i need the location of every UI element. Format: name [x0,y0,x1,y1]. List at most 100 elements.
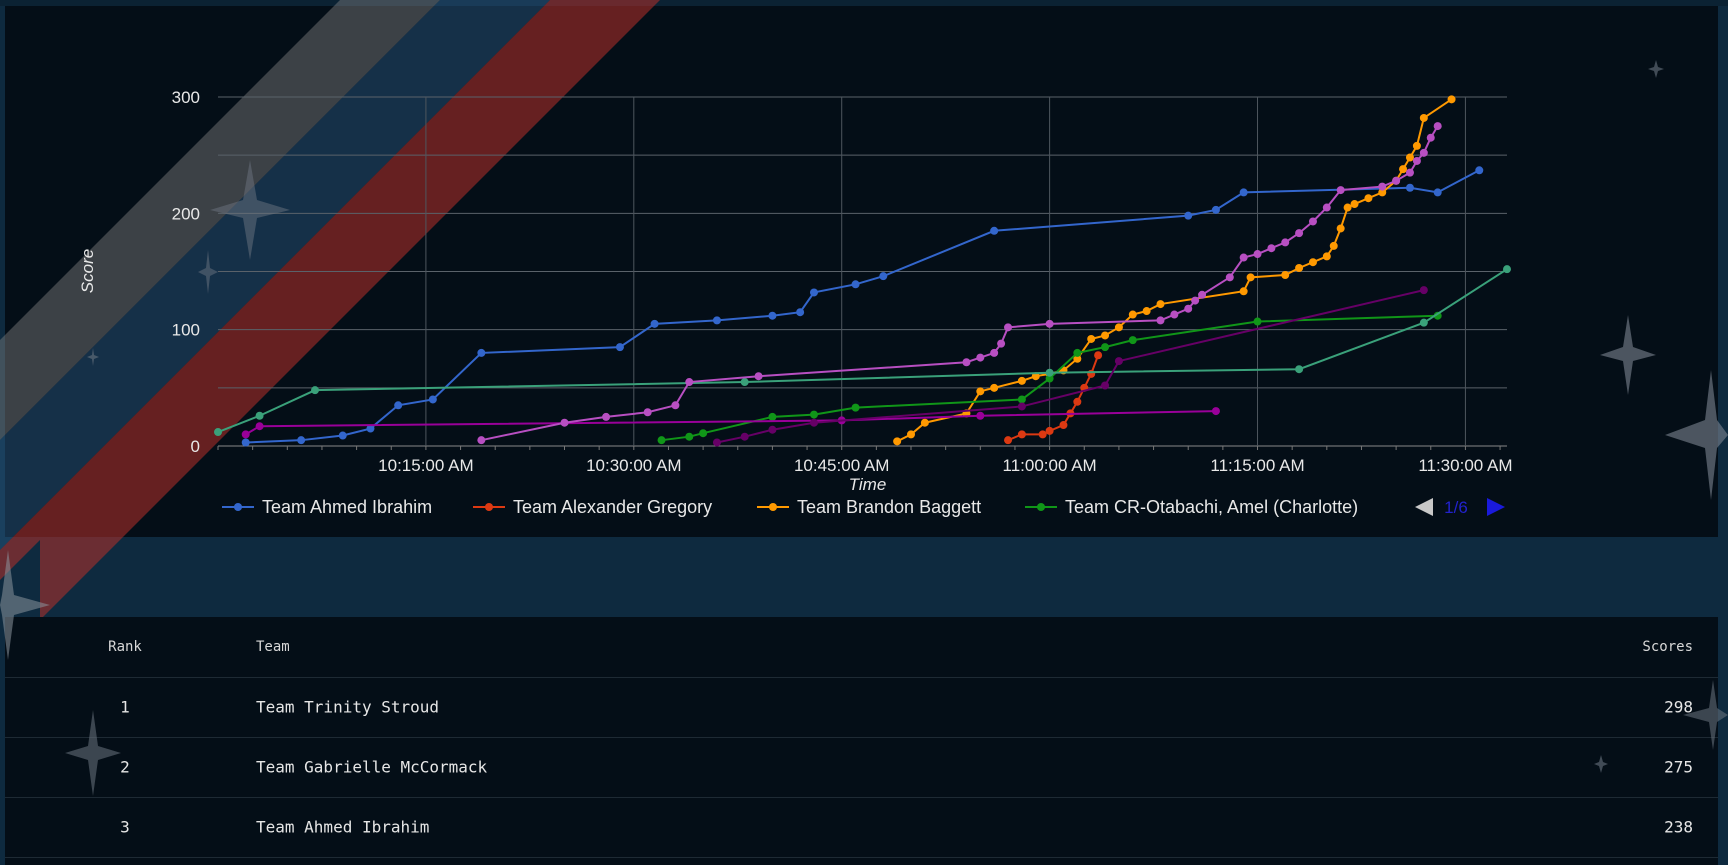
series-point [1253,317,1262,326]
x-tick-label: 10:45:00 AM [794,456,889,475]
rank-cell: 1 [120,697,130,717]
legend-label: Team CR-Otabachi, Amel (Charlotte) [1065,497,1358,517]
series-point [1059,421,1068,430]
score-cell: 275 [1664,757,1693,777]
series-point [1399,165,1408,174]
series-point [1364,194,1373,203]
header-rank: Rank [108,639,142,655]
series-point [893,437,902,446]
series-point [1087,369,1096,378]
series-point [1101,343,1110,352]
series-point [1308,258,1317,267]
legend-swatch-dot [1037,503,1045,511]
y-tick-label: 200 [172,204,200,223]
series-point [1211,205,1220,214]
rank-cell: 2 [120,757,130,777]
series-point [1447,95,1456,104]
y-tick-label: 300 [172,88,200,107]
series-point [1045,368,1054,377]
legend-prev-icon[interactable] [1415,498,1433,516]
legend-swatch-dot [769,503,777,511]
series-point [1281,238,1290,247]
series-line-6 [481,125,1439,442]
table-row[interactable]: 2 Team Gabrielle McCormack 275 [5,737,1718,798]
x-tick-label: 11:00:00 AM [1003,456,1097,475]
team-cell: Team Gabrielle McCormack [256,757,488,777]
series-point [1198,290,1207,299]
series-point [1017,430,1026,439]
series-point [1156,316,1165,325]
series-point [643,408,652,417]
score-chart: 10:15:00 AM 10:30:00 AM 10:45:00 AM 11:00:0… [78,88,1513,517]
series-point [712,438,721,447]
series-point [1004,323,1013,332]
rank-cell: 3 [120,817,130,837]
series-point [241,430,250,439]
series-point [1405,183,1414,192]
series-point [657,436,666,445]
series-point [1378,182,1387,191]
series-point [1128,336,1137,345]
series-point [920,418,929,427]
series-point [214,428,222,437]
series-point [1343,203,1352,212]
table-row[interactable]: 3 Team Ahmed Ibrahim 238 [5,797,1718,858]
series-point [1045,426,1054,435]
series-point [1225,273,1234,282]
legend-page-indicator: 1/6 [1444,498,1468,517]
legend-swatch-dot [485,503,493,511]
y-axis-title: Score [78,249,97,293]
series-point [1412,156,1421,165]
series-point [428,395,437,404]
series-point [477,348,486,357]
series-point [1503,265,1511,274]
series-point [740,432,749,441]
series-point [1101,381,1110,390]
legend-label: Team Alexander Gregory [513,497,712,517]
header-score: Scores [1642,639,1693,655]
series-point [241,438,250,447]
series-point [602,412,611,421]
series-point [1004,436,1013,445]
series-point [394,401,403,410]
header-team: Team [256,639,290,655]
legend-next-icon[interactable] [1487,498,1505,516]
series-point [1114,323,1123,332]
y-tick-label: 0 [191,437,200,456]
series-point [1295,365,1304,374]
series-point [1405,168,1414,177]
series-point [1184,211,1193,220]
series-point [976,387,985,396]
series-point [650,319,659,328]
team-cell: Team Ahmed Ibrahim [256,817,430,837]
series-point [1073,397,1082,406]
series-point [671,401,680,410]
table-row[interactable]: 1 Team Trinity Stroud 298 [5,677,1718,738]
series-point [768,311,777,320]
score-cell: 298 [1664,697,1693,717]
series-point [1184,304,1193,313]
series-point [699,429,708,438]
score-cell: 238 [1664,817,1693,837]
series-point [962,358,971,367]
series-point [1017,376,1026,385]
series-point [796,308,805,317]
series-point [1350,200,1359,209]
series-point [1038,430,1047,439]
legend-label: Team Brandon Baggett [797,497,981,517]
series-point [477,436,486,445]
series-point [297,436,306,445]
legend-label: Team Ahmed Ibrahim [262,497,432,517]
series-point [1253,250,1262,259]
x-tick-label: 11:30:00 AM [1418,456,1512,475]
series-point [1336,186,1345,195]
series-point [1156,300,1165,309]
series-point [255,411,264,420]
series-point [1114,357,1123,366]
series-point [1419,148,1428,157]
legend-swatch-dot [234,503,242,511]
series-point [1419,286,1428,295]
series-point [809,418,818,427]
series-point [1281,270,1290,279]
series-point [768,425,777,434]
